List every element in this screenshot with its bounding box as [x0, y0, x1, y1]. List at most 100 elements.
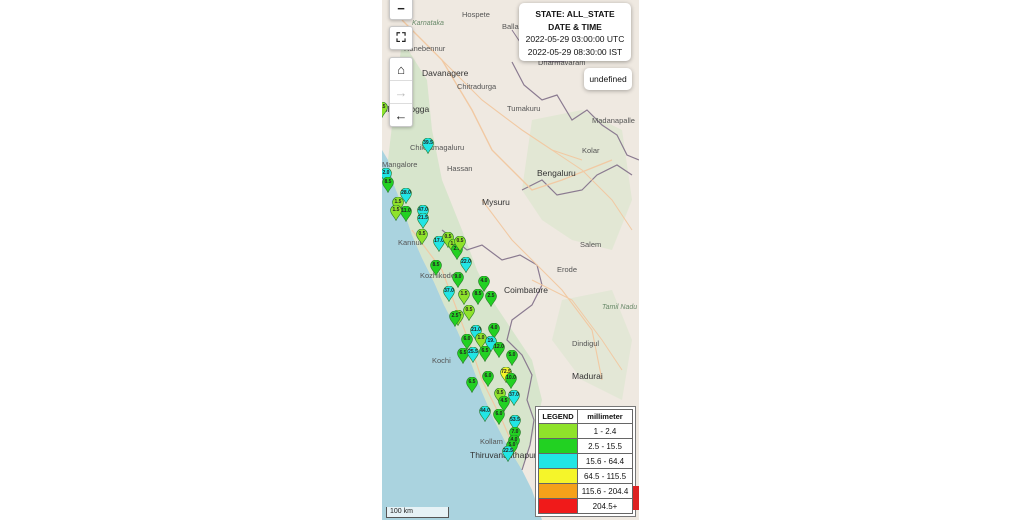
place-label: Dindigul — [572, 339, 600, 348]
legend-swatch — [538, 498, 578, 514]
legend-row: 204.5+ — [538, 498, 633, 514]
place-label: Coimbatore — [504, 285, 548, 295]
place-label: Bengaluru — [537, 168, 576, 178]
side-tab[interactable] — [633, 486, 639, 510]
marker-value: 53.5 — [510, 417, 520, 423]
place-label: Tumakuru — [507, 104, 541, 113]
marker-value: 6.0 — [484, 373, 492, 379]
place-label: Chitradurga — [457, 82, 497, 91]
rainfall-marker[interactable]: 2.5 — [449, 311, 461, 327]
place-label: Kolar — [582, 146, 600, 155]
place-label: Chikkamagaluru — [410, 143, 465, 152]
rainfall-marker[interactable]: 8.5 — [472, 289, 484, 305]
forward-button[interactable]: → — [390, 81, 412, 104]
fullscreen-button[interactable]: ⛶ — [390, 27, 412, 49]
legend-unit: millimeter — [577, 409, 633, 424]
marker-value: 44.0 — [480, 408, 490, 414]
marker-value: 0.5 — [418, 231, 426, 237]
marker-value: 6.0 — [495, 411, 503, 417]
marker-value: 2.0 — [382, 170, 390, 176]
legend: LEGEND millimeter 1 - 2.4 2.5 - 15.5 15.6 … — [535, 406, 636, 517]
zoom-control: − — [389, 0, 413, 20]
rainfall-marker[interactable]: 25.5 — [467, 347, 479, 363]
marker-value: 8.5 — [432, 262, 440, 268]
legend-range: 64.5 - 115.5 — [577, 468, 633, 484]
marker-value: 4.5 — [500, 398, 508, 404]
marker-value: 25.5 — [468, 349, 478, 355]
marker-value: 6.5 — [468, 379, 476, 385]
rainfall-marker[interactable]: 10.0 — [505, 373, 517, 389]
rainfall-marker[interactable]: 6.0 — [493, 409, 505, 425]
place-label: Salem — [580, 240, 602, 249]
legend-range: 2.5 - 15.5 — [577, 438, 633, 454]
place-label: Hospete — [462, 10, 490, 19]
legend-swatch — [538, 483, 578, 499]
marker-value: 37.0 — [444, 288, 454, 294]
rainfall-marker[interactable]: 2.5 — [485, 291, 497, 307]
place-label: Madanapalle — [592, 116, 635, 125]
rainfall-marker[interactable]: 39.5 — [422, 138, 434, 154]
place-label: Davanagere — [422, 68, 469, 78]
rainfall-marker[interactable]: 0.5 — [463, 305, 475, 321]
rainfall-marker[interactable]: 12.0 — [493, 342, 505, 358]
navigation-control: ⌂ → ← — [389, 57, 413, 127]
rainfall-marker[interactable]: 1.5 — [390, 205, 402, 221]
legend-row: 64.5 - 115.5 — [538, 468, 633, 484]
marker-value: 4.0 — [490, 325, 498, 331]
marker-value: 10.0 — [506, 375, 516, 381]
place-label: Karnataka — [412, 20, 444, 27]
rainfall-marker[interactable]: 6.5 — [466, 377, 478, 393]
rainfall-marker[interactable]: 5.0 — [506, 350, 518, 366]
rainfall-marker[interactable]: 1.5 — [458, 289, 470, 305]
rainfall-marker[interactable]: 22.5 — [502, 446, 514, 462]
undefined-label: undefined — [584, 68, 632, 90]
rainfall-marker[interactable]: 22.0 — [460, 257, 472, 273]
marker-value: 12.0 — [494, 344, 504, 350]
home-button[interactable]: ⌂ — [390, 58, 412, 81]
place-label: Hassan — [447, 164, 473, 173]
rainfall-marker[interactable]: 8.5 — [382, 177, 394, 193]
marker-value: 28.0 — [401, 190, 411, 196]
legend-swatch — [538, 438, 578, 454]
zoom-out-button[interactable]: − — [390, 0, 412, 19]
fullscreen-control: ⛶ — [389, 26, 413, 50]
back-button[interactable]: ← — [390, 104, 412, 126]
place-label: Mysuru — [482, 197, 510, 207]
marker-value: 2.5 — [451, 313, 459, 319]
legend-range: 1 - 2.4 — [577, 423, 633, 439]
state-label: STATE: ALL_STATE — [535, 9, 615, 19]
rainfall-marker[interactable]: 1.5 — [382, 102, 388, 118]
rainfall-marker[interactable]: 44.0 — [479, 406, 491, 422]
place-label: Tamil Nadu — [602, 304, 638, 311]
marker-value: 6.0 — [463, 336, 471, 342]
marker-value: 21.5 — [418, 215, 428, 221]
marker-value: 8.5 — [384, 179, 392, 185]
legend-swatch — [538, 423, 578, 439]
legend-swatch — [538, 453, 578, 469]
rainfall-marker[interactable]: 0.5 — [416, 229, 428, 245]
marker-value: 2.5 — [487, 293, 495, 299]
legend-range: 15.6 - 64.4 — [577, 453, 633, 469]
marker-value: 6.5 — [481, 348, 489, 354]
rainfall-map[interactable]: Hospete Ballari Ranebennur Davanagere Chitra… — [382, 0, 639, 520]
rainfall-marker[interactable]: 37.0 — [443, 286, 455, 302]
rainfall-marker[interactable]: 8.5 — [430, 260, 442, 276]
legend-row: 115.6 - 204.4 — [538, 483, 633, 499]
marker-value: 9.0 — [454, 274, 462, 280]
legend-range: 204.5+ — [577, 498, 633, 514]
marker-value: 4.0 — [480, 278, 488, 284]
scale-bar: 100 km — [386, 507, 449, 518]
place-label: Kollam — [480, 437, 503, 446]
legend-range: 115.6 - 204.4 — [577, 483, 633, 499]
place-label: Madurai — [572, 371, 603, 381]
rainfall-marker[interactable]: 6.5 — [479, 346, 491, 362]
legend-row: 2.5 - 15.5 — [538, 438, 633, 454]
marker-value: 1.5 — [460, 291, 468, 297]
rainfall-marker[interactable]: 6.0 — [482, 371, 494, 387]
place-label: Erode — [557, 265, 578, 274]
marker-value: 22.0 — [461, 259, 471, 265]
rainfall-marker[interactable]: 0.5 — [454, 236, 466, 252]
marker-value: 8.5 — [474, 291, 482, 297]
rainfall-marker[interactable]: 21.5 — [417, 213, 429, 229]
legend-title: LEGEND — [538, 409, 578, 424]
